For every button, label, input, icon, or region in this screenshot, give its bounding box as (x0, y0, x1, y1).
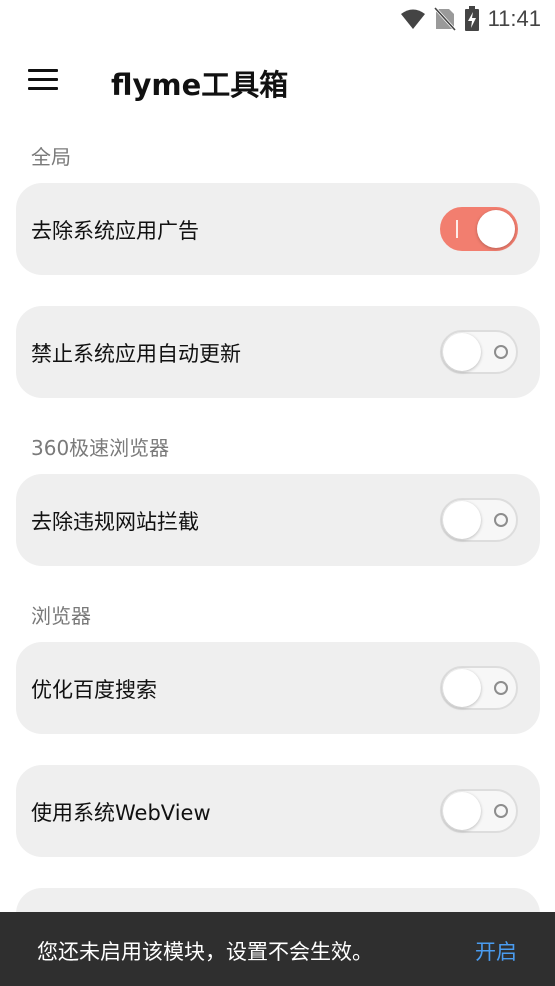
hamburger-menu-icon[interactable] (28, 69, 58, 91)
snackbar-message: 您还未启用该模块，设置不会生效。 (37, 940, 373, 964)
toggle-knob (443, 333, 481, 371)
toggle-switch-system-webview[interactable] (440, 789, 518, 833)
wifi-icon (400, 9, 425, 29)
section-header-browser: 浏览器 (31, 604, 91, 628)
toggle-knob (477, 210, 515, 248)
toggle-knob (443, 501, 481, 539)
battery-charging-icon (464, 6, 479, 31)
toggle-off-mark (494, 681, 508, 695)
toggle-off-mark (494, 345, 508, 359)
status-time: 11:41 (487, 6, 541, 31)
setting-label: 使用系统WebView (31, 801, 211, 825)
toggle-on-mark (456, 220, 458, 238)
section-header-360-browser: 360极速浏览器 (31, 436, 170, 460)
toggle-off-mark (494, 804, 508, 818)
toggle-knob (443, 669, 481, 707)
toggle-knob (443, 792, 481, 830)
setting-label: 优化百度搜索 (31, 678, 157, 702)
setting-card-remove-site-block[interactable]: 去除违规网站拦截 (16, 474, 540, 566)
app-bar: flyme工具箱 (0, 38, 555, 124)
setting-label: 禁止系统应用自动更新 (31, 342, 241, 366)
status-bar: 11:41 (0, 0, 555, 38)
section-header-global: 全局 (31, 145, 71, 169)
toggle-switch-optimize-baidu[interactable] (440, 666, 518, 710)
setting-label: 去除系统应用广告 (31, 219, 199, 243)
setting-card-block-auto-update[interactable]: 禁止系统应用自动更新 (16, 306, 540, 398)
app-screen: 11:41 flyme工具箱 全局 去除系统应用广告 禁止系统应用自动更新 36… (0, 0, 555, 986)
setting-card-optimize-baidu[interactable]: 优化百度搜索 (16, 642, 540, 734)
no-sim-icon (433, 7, 456, 31)
setting-card-remove-ads[interactable]: 去除系统应用广告 (16, 183, 540, 275)
toggle-switch-remove-site-block[interactable] (440, 498, 518, 542)
toggle-off-mark (494, 513, 508, 527)
setting-label: 去除违规网站拦截 (31, 510, 199, 534)
snackbar-enable-button[interactable]: 开启 (475, 936, 517, 966)
toggle-switch-remove-ads[interactable] (440, 207, 518, 251)
snackbar: 您还未启用该模块，设置不会生效。 开启 (0, 912, 555, 986)
toggle-switch-block-auto-update[interactable] (440, 330, 518, 374)
setting-card-system-webview[interactable]: 使用系统WebView (16, 765, 540, 857)
app-title: flyme工具箱 (111, 68, 289, 102)
status-icons: 11:41 (400, 6, 541, 32)
